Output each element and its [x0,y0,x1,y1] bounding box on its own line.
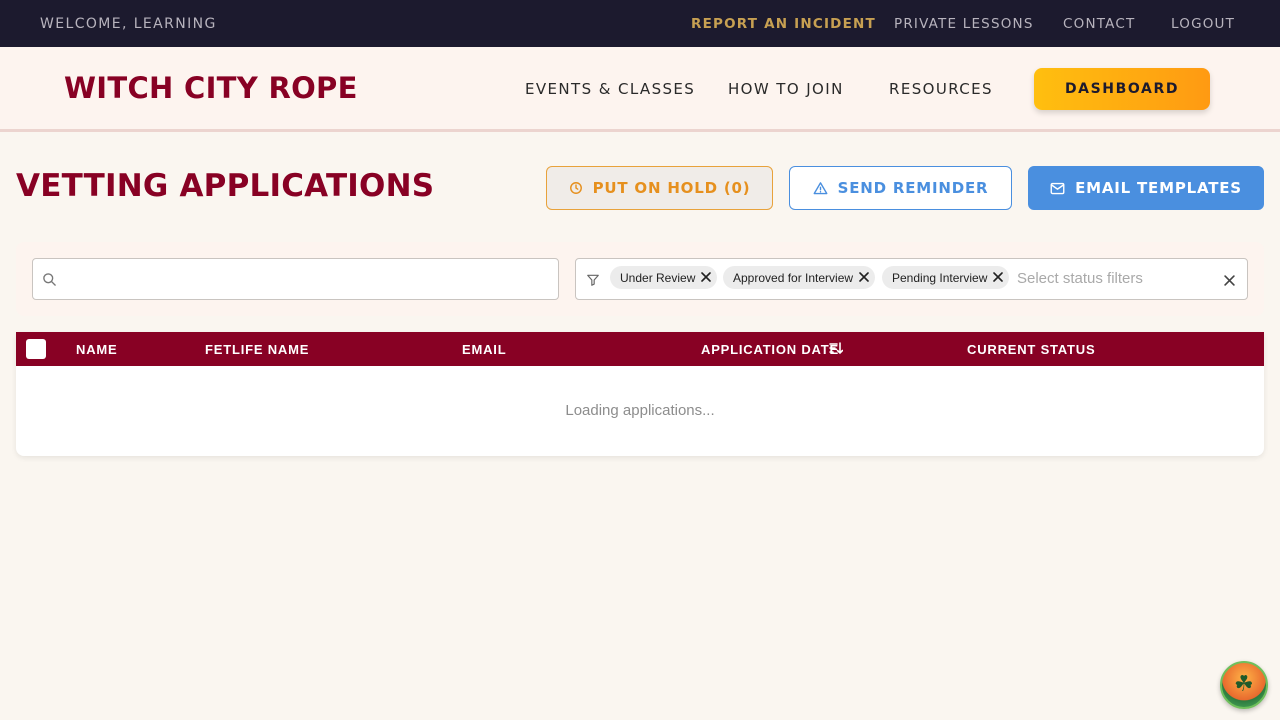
nav-events-classes[interactable]: EVENTS & CLASSES [525,80,695,98]
search-field[interactable] [32,258,559,300]
status-chip-under-review: Under Review [610,266,718,289]
column-header-email[interactable]: EMAIL [462,342,506,357]
dashboard-button[interactable]: DASHBOARD [1034,68,1210,110]
contact-link[interactable]: CONTACT [1063,16,1135,32]
remove-chip-icon[interactable] [993,271,1004,285]
page-title: VETTING APPLICATIONS [16,168,435,204]
select-all-checkbox[interactable] [26,339,46,359]
column-header-fetlife-name[interactable]: FETLIFE NAME [205,342,309,357]
column-header-application-date[interactable]: APPLICATION DATE [701,342,839,357]
chip-label: Approved for Interview [733,270,854,285]
remove-chip-icon[interactable] [701,271,712,285]
status-filter-multiselect[interactable]: Under Review Approved for Interview Pend… [575,258,1248,300]
filter-icon [586,273,600,292]
utility-bar: WELCOME, LEARNING REPORT AN INCIDENT PRI… [0,0,1280,47]
search-icon [42,272,57,292]
clear-filters-icon[interactable] [1224,273,1235,291]
column-header-name[interactable]: NAME [76,342,117,357]
sort-descending-icon[interactable] [829,342,844,360]
filter-panel: Under Review Approved for Interview Pend… [16,242,1264,316]
nav-how-to-join[interactable]: HOW TO JOIN [728,80,844,98]
send-reminder-label: SEND REMINDER [837,179,989,197]
private-lessons-link[interactable]: PRIVATE LESSONS [894,16,1034,32]
status-chip-pending-interview: Pending Interview [882,266,1010,289]
welcome-text: WELCOME, LEARNING [40,16,217,32]
site-logo-text[interactable]: WITCH CITY ROPE [64,71,358,105]
send-reminder-button[interactable]: SEND REMINDER [789,166,1012,210]
clock-icon [569,181,583,195]
alert-triangle-icon [813,181,828,196]
search-input[interactable] [63,259,553,299]
nav-resources[interactable]: RESOURCES [889,80,993,98]
main-header: WITCH CITY ROPE EVENTS & CLASSES HOW TO … [0,47,1280,132]
mail-icon [1050,182,1065,195]
status-filter-placeholder[interactable]: Select status filters [1017,270,1143,287]
report-incident-link[interactable]: REPORT AN INCIDENT [691,16,876,32]
status-chip-approved-for-interview: Approved for Interview [723,266,876,289]
loading-message: Loading applications... [565,402,715,419]
remove-chip-icon[interactable] [859,271,869,285]
palm-tree-icon: ☘ [1234,671,1254,696]
put-on-hold-button[interactable]: PUT ON HOLD (0) [546,166,773,210]
email-templates-label: EMAIL TEMPLATES [1075,179,1242,197]
put-on-hold-label: PUT ON HOLD (0) [592,179,751,197]
floating-assistant-avatar[interactable]: ☘ [1220,661,1268,709]
applications-table: NAME FETLIFE NAME EMAIL APPLICATION DATE… [16,332,1264,456]
chip-label: Pending Interview [892,270,988,285]
chip-label: Under Review [620,270,696,285]
table-header: NAME FETLIFE NAME EMAIL APPLICATION DATE… [16,332,1264,366]
column-header-current-status[interactable]: CURRENT STATUS [967,342,1095,357]
email-templates-button[interactable]: EMAIL TEMPLATES [1028,166,1264,210]
logout-link[interactable]: LOGOUT [1171,16,1235,32]
